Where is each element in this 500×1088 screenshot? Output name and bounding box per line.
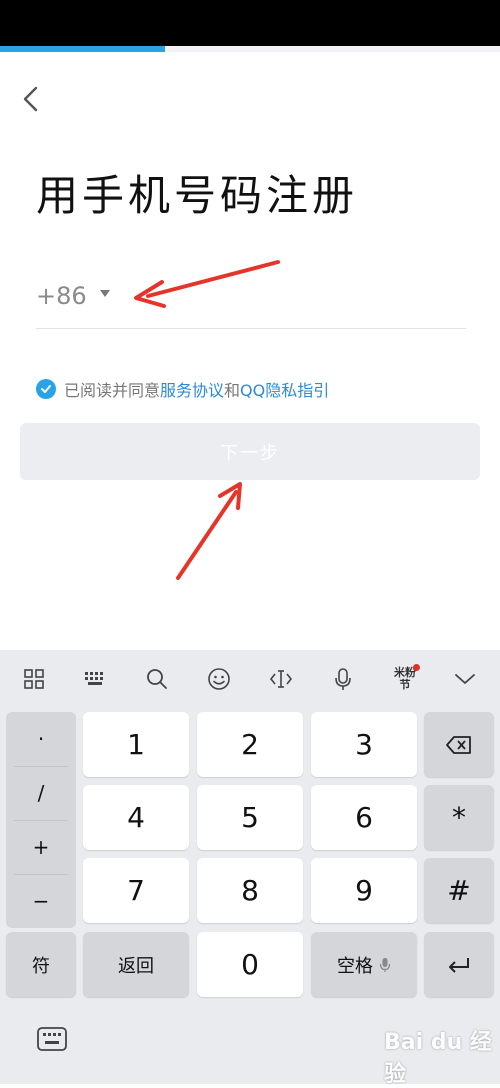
progress-fill [0,46,165,52]
key-5[interactable]: 5 [197,785,303,850]
enter-icon [449,957,469,973]
symbol-column: · / + − [6,712,76,928]
symbols-key[interactable]: 符 [6,932,76,997]
key-asterisk[interactable]: * [424,785,494,850]
key-minus[interactable]: − [6,874,76,928]
keyboard-icon[interactable] [78,662,112,696]
service-agreement-link[interactable]: 服务协议 [160,377,224,401]
agreement-and: 和 [224,381,241,400]
festival-icon[interactable]: 米粉 节 [388,662,422,696]
key-1[interactable]: 1 [83,712,189,777]
country-code-selector[interactable]: +86 [36,282,87,310]
key-3[interactable]: 3 [311,712,417,777]
key-6[interactable]: 6 [311,785,417,850]
phone-row: +86 [36,272,466,329]
page-title: 用手机号码注册 [36,171,359,220]
cursor-icon[interactable] [264,662,298,696]
key-dot[interactable]: · [6,712,76,766]
back-key[interactable]: 返回 [83,932,189,997]
key-plus[interactable]: + [6,820,76,874]
keyboard-switch-icon[interactable] [36,1025,68,1055]
mic-icon[interactable] [326,662,360,696]
progress-track [0,46,500,52]
grid-icon[interactable] [17,662,51,696]
emoji-icon[interactable] [202,662,236,696]
privacy-guide-link[interactable]: QQ隐私指引 [240,377,329,401]
agreement-row: 已阅读并同意 服务协议 和 QQ隐私指引 [36,376,329,402]
watermark-text: Bai du 经验 [384,1030,492,1087]
key-4[interactable]: 4 [83,785,189,850]
agreement-prefix: 已阅读并同意 [64,381,161,400]
festival-label-bottom: 节 [399,678,411,691]
caret-down-icon[interactable] [100,290,110,297]
key-7[interactable]: 7 [83,858,189,923]
notification-dot [413,664,420,671]
space-key[interactable]: 空格 [311,932,417,997]
backspace-key[interactable] [424,712,494,777]
key-slash[interactable]: / [6,766,76,820]
key-hash[interactable]: # [424,858,494,923]
mic-small-icon [379,957,391,972]
key-9[interactable]: 9 [311,858,417,923]
checkbox-checked-icon[interactable] [36,379,56,399]
chevron-left-icon [23,86,38,112]
key-8[interactable]: 8 [197,858,303,923]
key-2[interactable]: 2 [197,712,303,777]
key-0[interactable]: 0 [197,932,303,997]
back-button[interactable] [14,82,48,116]
enter-key[interactable] [424,932,494,997]
phone-input[interactable] [146,278,460,320]
search-icon[interactable] [140,662,174,696]
backspace-icon [446,735,471,754]
status-bar [0,0,500,46]
space-label: 空格 [337,955,373,977]
arrow-to-next [176,482,242,580]
keyboard-toolbar: 米粉 节 [0,650,500,708]
next-button[interactable]: 下一步 [20,423,480,480]
collapse-icon[interactable] [448,662,482,696]
